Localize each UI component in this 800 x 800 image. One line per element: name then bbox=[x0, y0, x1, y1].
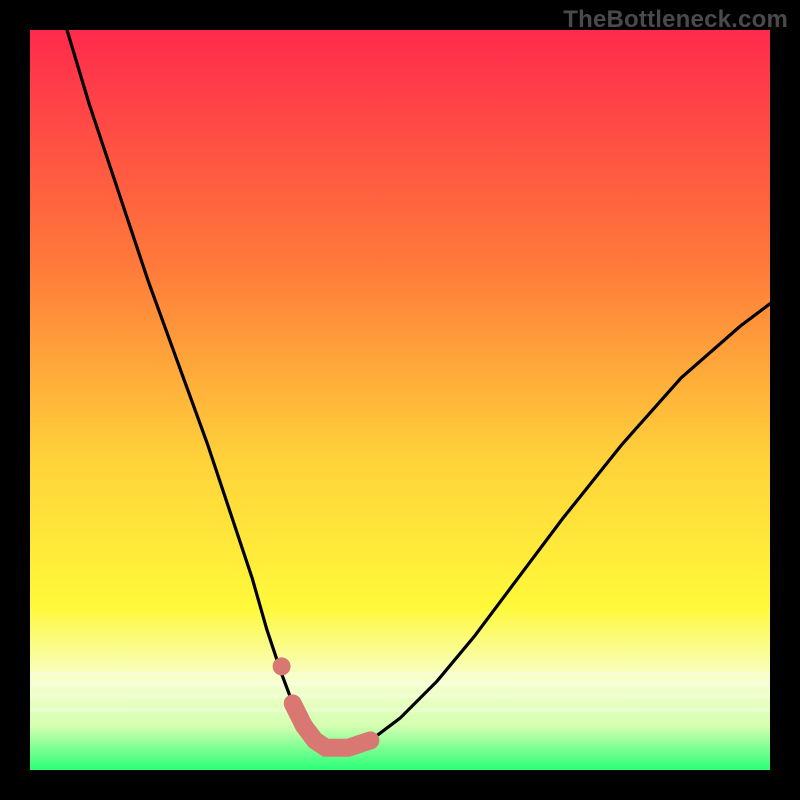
chart-frame: TheBottleneck.com bbox=[0, 0, 800, 800]
gradient-bg bbox=[30, 30, 770, 770]
plot-area bbox=[30, 30, 770, 770]
chart-svg bbox=[30, 30, 770, 770]
left-dot-marker bbox=[273, 657, 291, 675]
watermark-text: TheBottleneck.com bbox=[563, 6, 788, 34]
